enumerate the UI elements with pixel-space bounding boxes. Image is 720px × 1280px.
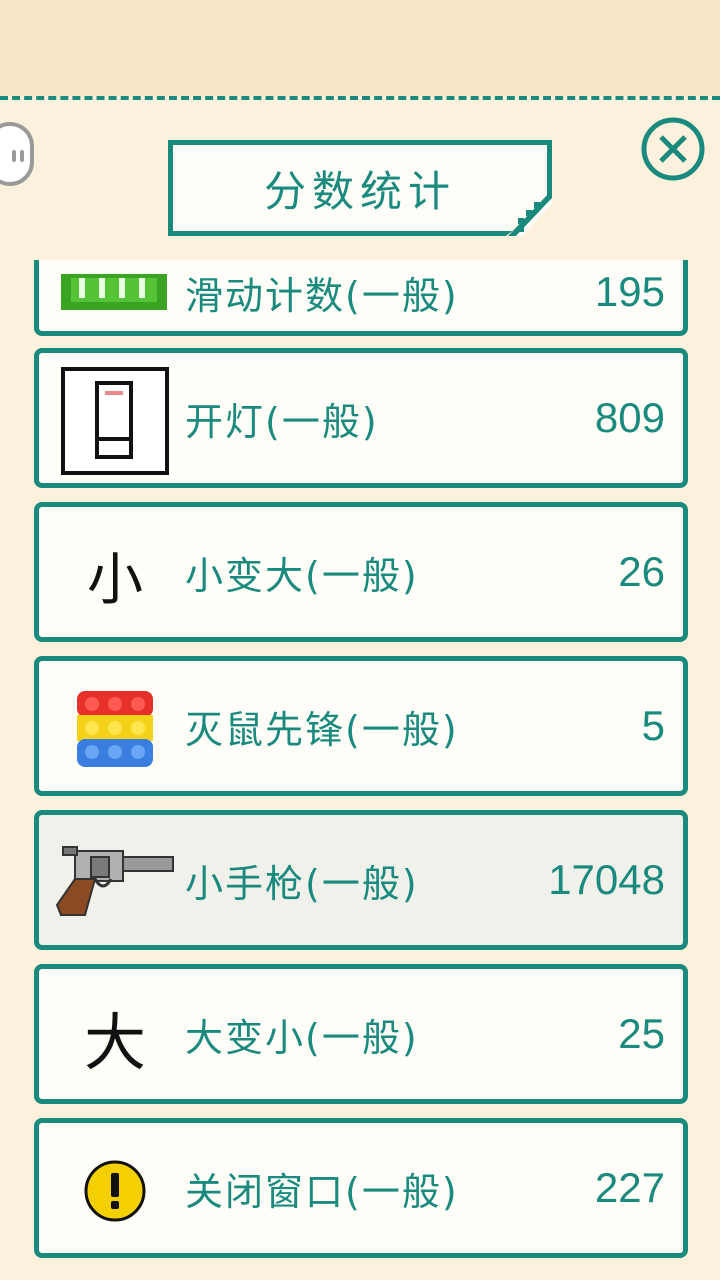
small-char-glyph: 小 xyxy=(87,547,143,613)
top-band xyxy=(0,0,720,98)
stat-value: 195 xyxy=(594,268,665,315)
stat-row-whack-mole[interactable]: 灭鼠先锋(一般) 5 xyxy=(34,656,688,796)
stat-label: 开灯(一般) xyxy=(185,399,379,444)
pause-toggle-icon[interactable] xyxy=(0,122,34,186)
revolver-icon xyxy=(55,831,175,935)
small-char-icon: 小 xyxy=(59,523,171,627)
big-char-glyph: 大 xyxy=(83,1006,146,1079)
stat-value: 25 xyxy=(618,1010,665,1057)
stat-label: 关闭窗口(一般) xyxy=(185,1169,459,1214)
close-icon[interactable] xyxy=(640,116,706,182)
stat-label: 大变小(一般) xyxy=(185,1015,419,1060)
stat-value: 5 xyxy=(641,702,665,749)
stat-row-light-on[interactable]: 开灯(一般) 809 xyxy=(34,348,688,488)
stat-row-small-to-big[interactable]: 小 小变大(一般) 26 xyxy=(34,502,688,642)
stat-label: 小变大(一般) xyxy=(185,553,419,598)
stat-value: 809 xyxy=(594,394,665,441)
green-grid-icon xyxy=(59,260,171,321)
stat-row-close-window[interactable]: 关闭窗口(一般) 227 xyxy=(34,1118,688,1258)
page-title: 分数统计 xyxy=(263,166,456,216)
light-switch-icon xyxy=(59,367,171,475)
stat-label: 小手枪(一般) xyxy=(185,861,419,906)
stats-list[interactable]: 滑动计数(一般) 195 开灯(一般) 809 小 小变大(一般) 26 灭鼠先… xyxy=(0,260,720,1270)
title-banner: 分数统计 xyxy=(168,140,552,236)
stat-label: 滑动计数(一般) xyxy=(185,273,459,318)
warning-icon xyxy=(59,1139,171,1243)
stat-row-pistol[interactable]: 小手枪(一般) 17048 xyxy=(34,810,688,950)
stat-row-big-to-small[interactable]: 大 大变小(一般) 25 xyxy=(34,964,688,1104)
stat-row-swipe-count[interactable]: 滑动计数(一般) 195 xyxy=(34,260,688,336)
stat-value: 227 xyxy=(594,1164,665,1211)
big-char-icon: 大 xyxy=(59,985,171,1089)
stat-label: 灭鼠先锋(一般) xyxy=(185,707,459,752)
stat-value: 17048 xyxy=(548,856,665,903)
page-fold-icon xyxy=(508,190,552,236)
pop-it-toy-icon xyxy=(59,677,171,781)
stat-value: 26 xyxy=(618,548,665,595)
